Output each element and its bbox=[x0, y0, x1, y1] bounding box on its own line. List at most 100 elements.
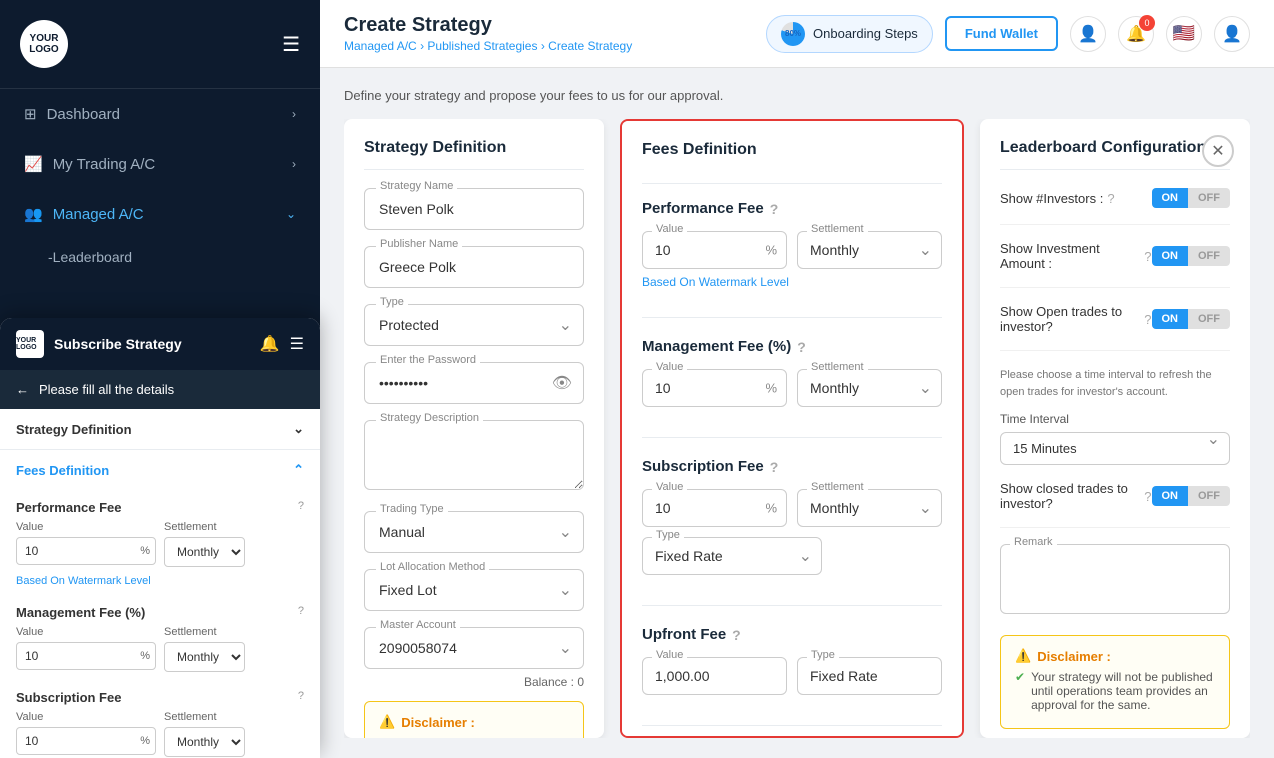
upfront-value-field: Value 1,000.00 bbox=[642, 657, 787, 695]
mini-mgmt-settlement-select[interactable]: MonthlyWeekly bbox=[164, 642, 245, 672]
type-field: Type ProtectedPublic ⌄ bbox=[364, 304, 584, 346]
mini-perf-value-input[interactable] bbox=[16, 537, 156, 565]
password-field: Enter the Password Greece@134 👁 bbox=[364, 362, 584, 404]
accordion-header-strategy[interactable]: Strategy Definition ⌄ bbox=[0, 409, 320, 449]
subscribe-header: YOUR LOGO Subscribe Strategy 🔔 ☰ bbox=[0, 318, 320, 370]
open-trades-toggle-off[interactable]: OFF bbox=[1188, 309, 1230, 329]
upfront-value-input[interactable]: 1,000.00 bbox=[642, 657, 787, 695]
disclaimer-item-1: ✔ As a manager you have to bbox=[379, 736, 569, 738]
lb-card-title: Leaderboard Configuration bbox=[1000, 139, 1230, 170]
open-trades-help-icon[interactable]: ? bbox=[1144, 312, 1151, 327]
perf-value-field: Value 10 % bbox=[642, 231, 787, 269]
leaderboard-config-card: Leaderboard Configuration Show #Investor… bbox=[980, 119, 1250, 738]
mgmt-value-field: Value 10 % bbox=[642, 369, 787, 407]
mgmt-settlement-select[interactable]: MonthlyWeekly bbox=[797, 369, 942, 407]
upfront-fee-help-icon[interactable]: ? bbox=[732, 627, 741, 643]
type-select[interactable]: ProtectedPublic bbox=[364, 304, 584, 346]
open-trades-toggle: ON OFF bbox=[1152, 309, 1231, 329]
avatar-button[interactable]: 👤 bbox=[1214, 16, 1250, 52]
flag-icon: 🇺🇸 bbox=[1173, 23, 1195, 44]
open-trades-toggle-on[interactable]: ON bbox=[1152, 309, 1189, 329]
dashboard-icon: ⊞ bbox=[24, 105, 37, 123]
closed-trades-toggle-on[interactable]: ON bbox=[1152, 486, 1189, 506]
breadcrumb: Managed A/C › Published Strategies › Cre… bbox=[344, 39, 632, 53]
perf-fee-q-icon[interactable]: ? bbox=[298, 500, 304, 512]
investors-toggle-on[interactable]: ON bbox=[1152, 188, 1189, 208]
time-interval-wrap: Time Interval 15 Minutes 5 Minutes 10 Mi… bbox=[1000, 412, 1230, 465]
subscribe-logo: YOUR LOGO bbox=[16, 330, 44, 358]
sidebar-item-trading[interactable]: 📈 My Trading A/C › bbox=[0, 139, 320, 189]
investors-help-icon[interactable]: ? bbox=[1107, 191, 1114, 206]
based-on-watermark: Based On Watermark Level bbox=[16, 575, 304, 587]
closed-trades-toggle-off[interactable]: OFF bbox=[1188, 486, 1230, 506]
mini-sub-value-input[interactable] bbox=[16, 727, 156, 755]
sub-type-select[interactable]: Fixed RatePercentage bbox=[642, 537, 822, 575]
investors-toggle-off[interactable]: OFF bbox=[1188, 188, 1230, 208]
top-bar: Create Strategy Managed A/C › Published … bbox=[320, 0, 1274, 68]
closed-trades-help-icon[interactable]: ? bbox=[1144, 489, 1151, 504]
description-textarea[interactable] bbox=[364, 420, 584, 490]
sub-fee-help-icon[interactable]: ? bbox=[770, 459, 779, 475]
mini-perf-value-wrap: Value % bbox=[16, 521, 156, 567]
publisher-name-label: Publisher Name bbox=[376, 238, 462, 250]
sidebar-item-managed[interactable]: 👥 Managed A/C ⌄ bbox=[0, 189, 320, 239]
strategy-disclaimer-title: ⚠️ Disclaimer : bbox=[379, 714, 569, 730]
progress-circle: 80% bbox=[781, 22, 805, 46]
chevron-right-icon: › bbox=[292, 107, 296, 121]
lb-disclaimer-box: ⚠️ Disclaimer : ✔ Your strategy will not… bbox=[1000, 635, 1230, 729]
perf-settlement-select[interactable]: MonthlyWeekly bbox=[797, 231, 942, 269]
mini-perf-settlement-select[interactable]: MonthlyWeeklyDaily bbox=[164, 537, 245, 567]
investors-toggle: ON OFF bbox=[1152, 188, 1231, 208]
mini-perf-settlement-wrap: Settlement MonthlyWeeklyDaily bbox=[164, 521, 304, 567]
sidebar-sub-leaderboard[interactable]: -Leaderboard bbox=[0, 239, 320, 275]
breadcrumb-managed[interactable]: Managed A/C bbox=[344, 39, 417, 53]
close-button[interactable]: ✕ bbox=[1202, 135, 1234, 167]
investment-toggle-off[interactable]: OFF bbox=[1188, 246, 1230, 266]
mgmt-fee-q-icon[interactable]: ? bbox=[298, 605, 304, 617]
pct-symbol: % bbox=[140, 650, 150, 662]
sub-fee-q-icon[interactable]: ? bbox=[298, 690, 304, 702]
fund-wallet-button[interactable]: Fund Wallet bbox=[945, 16, 1058, 51]
sub-settlement-select[interactable]: Monthly bbox=[797, 489, 942, 527]
trading-type-select[interactable]: ManualAuto bbox=[364, 511, 584, 553]
pct-symbol: % bbox=[765, 501, 777, 516]
lb-disclaimer-title: ⚠️ Disclaimer : bbox=[1015, 648, 1215, 664]
perf-fee-row: Value 10 % Settlement MonthlyWeekly ⌄ bbox=[642, 231, 942, 269]
breadcrumb-published[interactable]: Published Strategies bbox=[427, 39, 537, 53]
mini-mgmt-value-input[interactable] bbox=[16, 642, 156, 670]
three-column-layout: Strategy Definition Strategy Name Steven… bbox=[344, 119, 1250, 738]
upfront-type-field: Type Fixed Rate bbox=[797, 657, 942, 695]
eye-icon[interactable]: 👁 bbox=[552, 373, 572, 393]
sidebar-item-dashboard[interactable]: ⊞ Dashboard › bbox=[0, 89, 320, 139]
page-subtitle: Define your strategy and propose your fe… bbox=[344, 88, 1250, 103]
mgmt-fee-help-icon[interactable]: ? bbox=[797, 339, 806, 355]
open-trades-notice: Please choose a time interval to refresh… bbox=[1000, 367, 1230, 400]
investment-help-icon[interactable]: ? bbox=[1144, 249, 1151, 264]
notification-button[interactable]: 🔔 0 bbox=[1118, 16, 1154, 52]
hamburger-icon[interactable]: ☰ bbox=[282, 32, 300, 57]
user-icon-button[interactable]: 👤 bbox=[1070, 16, 1106, 52]
perf-fee-help-icon[interactable]: ? bbox=[770, 201, 779, 217]
lot-allocation-select[interactable]: Fixed LotProportional bbox=[364, 569, 584, 611]
remark-textarea[interactable] bbox=[1000, 544, 1230, 614]
perf-settlement-wrap: Settlement MonthlyWeekly ⌄ bbox=[797, 231, 942, 269]
accordion-header-fees[interactable]: Fees Definition ⌃ bbox=[0, 450, 320, 490]
strategy-name-input[interactable]: Steven Polk bbox=[364, 188, 584, 230]
master-account-select[interactable]: 2090058074 bbox=[364, 627, 584, 669]
page-title: Create Strategy bbox=[344, 14, 632, 37]
pct-symbol: % bbox=[140, 735, 150, 747]
flag-button[interactable]: 🇺🇸 bbox=[1166, 16, 1202, 52]
menu-icon[interactable]: ☰ bbox=[290, 334, 304, 354]
warning-icon: ⚠️ bbox=[1015, 648, 1031, 664]
publisher-name-input[interactable]: Greece Polk bbox=[364, 246, 584, 288]
upfront-type-input[interactable]: Fixed Rate bbox=[797, 657, 942, 695]
strategy-definition-card: Strategy Definition Strategy Name Steven… bbox=[344, 119, 604, 738]
time-interval-select[interactable]: 15 Minutes 5 Minutes 10 Minutes 30 Minut… bbox=[1000, 432, 1230, 465]
subscribe-icon-group: 🔔 ☰ bbox=[260, 334, 304, 354]
mini-sub-settlement-select[interactable]: Monthly bbox=[164, 727, 245, 757]
show-investment-row: Show Investment Amount : ? ON OFF bbox=[1000, 241, 1230, 288]
bell-icon[interactable]: 🔔 bbox=[260, 334, 280, 354]
pct-symbol: % bbox=[765, 381, 777, 396]
investment-toggle-on[interactable]: ON bbox=[1152, 246, 1189, 266]
back-arrow-icon[interactable]: ← bbox=[16, 382, 29, 397]
